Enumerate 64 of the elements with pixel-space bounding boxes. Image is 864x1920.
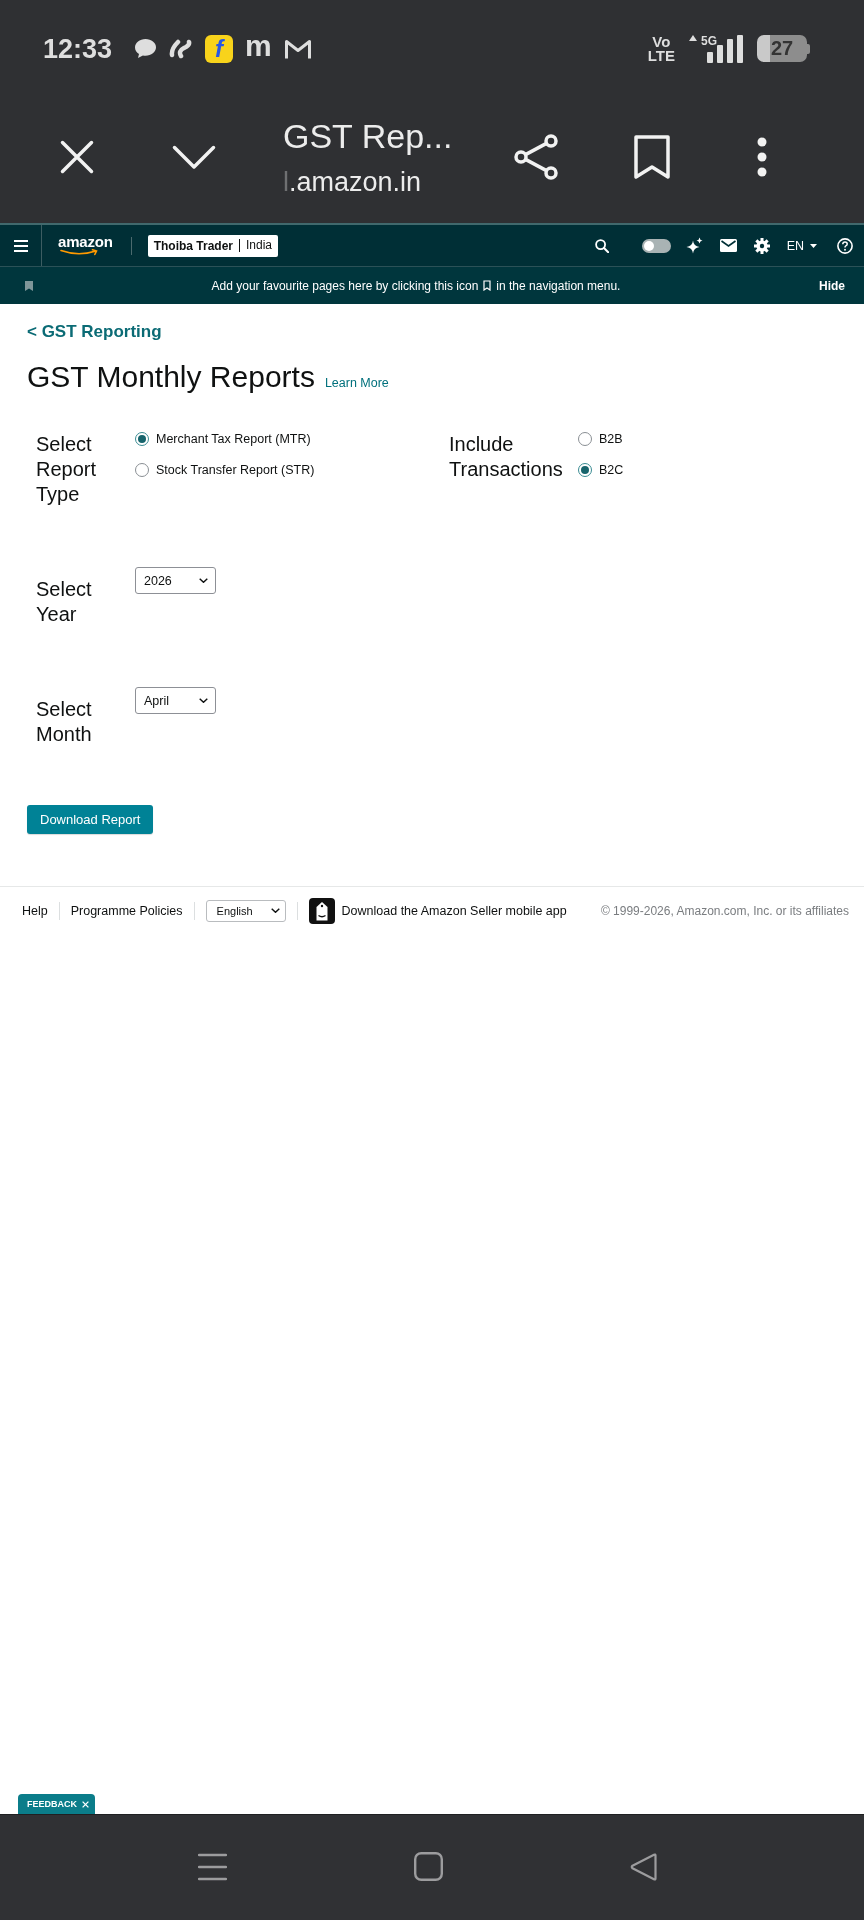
chat-bubble-icon (134, 38, 158, 59)
option-label: B2B (599, 432, 623, 446)
network-label: LTE (647, 48, 675, 63)
chevron-down-icon (199, 698, 208, 703)
back-icon[interactable] (630, 1852, 657, 1881)
app-logo: f (205, 34, 234, 63)
mail-icon[interactable] (719, 239, 737, 252)
option-label: B2C (599, 463, 624, 477)
smile-arrow-icon (60, 249, 100, 256)
battery-indicator: 27 (757, 35, 810, 62)
radio-button[interactable] (135, 432, 149, 446)
radio-button[interactable] (135, 463, 149, 477)
banner-text: in the navigation menu. (496, 278, 621, 293)
footer-link[interactable]: Help (22, 903, 48, 918)
search-icon[interactable] (594, 238, 609, 253)
status-time: 12:33 (43, 32, 113, 65)
breadcrumb-link[interactable]: < GST Reporting (27, 322, 162, 342)
language-select[interactable]: English (205, 899, 286, 922)
slanted-stripes-icon (169, 38, 194, 59)
settings-icon[interactable] (753, 237, 770, 254)
radio-button[interactable] (578, 432, 592, 446)
close-icon[interactable] (60, 140, 94, 174)
mail-icon (283, 37, 312, 60)
chevron-down-icon (199, 578, 208, 583)
learn-more-link[interactable]: Learn More (324, 376, 389, 390)
shopping-tag-icon[interactable] (308, 897, 335, 924)
page-heading: GST Monthly Reports (27, 359, 315, 395)
month-select[interactable]: April (135, 687, 216, 714)
field-label: Select Year (36, 576, 93, 627)
chevron-down-icon (270, 908, 280, 913)
logo-text[interactable]: amazon (58, 235, 113, 249)
home-icon[interactable] (414, 1852, 443, 1881)
toggle-switch[interactable] (641, 238, 671, 253)
field-label: Select Report Type (36, 432, 98, 507)
app-promo-link[interactable]: Download the Amazon Seller mobile app (341, 903, 567, 918)
field-label: Select Month (36, 696, 93, 747)
network-label: Vo (652, 34, 671, 49)
help-icon[interactable] (837, 237, 853, 254)
more-icon[interactable] (757, 137, 767, 177)
app-logo: m (245, 34, 272, 63)
url-text: l.amazon.in (283, 166, 423, 198)
year-select[interactable]: 2026 (135, 567, 216, 594)
banner-text: Add your favourite pages here by clicking this icon (211, 278, 479, 293)
page-title: GST Rep... (283, 116, 454, 156)
copyright-text: © 1999-2026, Amazon.com, Inc. or its affiliates (600, 903, 849, 918)
network-label: 5G (701, 34, 717, 47)
chevron-down-icon[interactable] (172, 144, 216, 170)
bookmark-icon (25, 280, 33, 291)
download-report-button[interactable]: Download Report (27, 804, 154, 834)
account-switcher[interactable]: Thoiba Trader India (147, 234, 279, 257)
hide-button[interactable]: Hide (819, 278, 845, 293)
feedback-button[interactable]: FEEDBACK (18, 1794, 95, 1814)
menu-icon[interactable] (13, 239, 28, 252)
option-label: Stock Transfer Report (STR) (156, 463, 315, 477)
bookmark-icon[interactable] (634, 135, 670, 179)
caret-icon (810, 243, 817, 248)
radio-button[interactable] (578, 463, 592, 477)
option-label: Merchant Tax Report (MTR) (156, 432, 311, 446)
up-arrow-icon (689, 34, 697, 41)
footer-link[interactable]: Programme Policies (70, 903, 183, 918)
share-icon[interactable] (514, 134, 558, 180)
field-label: Include Transactions (449, 432, 564, 482)
bookmark-icon (483, 280, 492, 291)
language-menu[interactable]: EN (786, 238, 817, 253)
